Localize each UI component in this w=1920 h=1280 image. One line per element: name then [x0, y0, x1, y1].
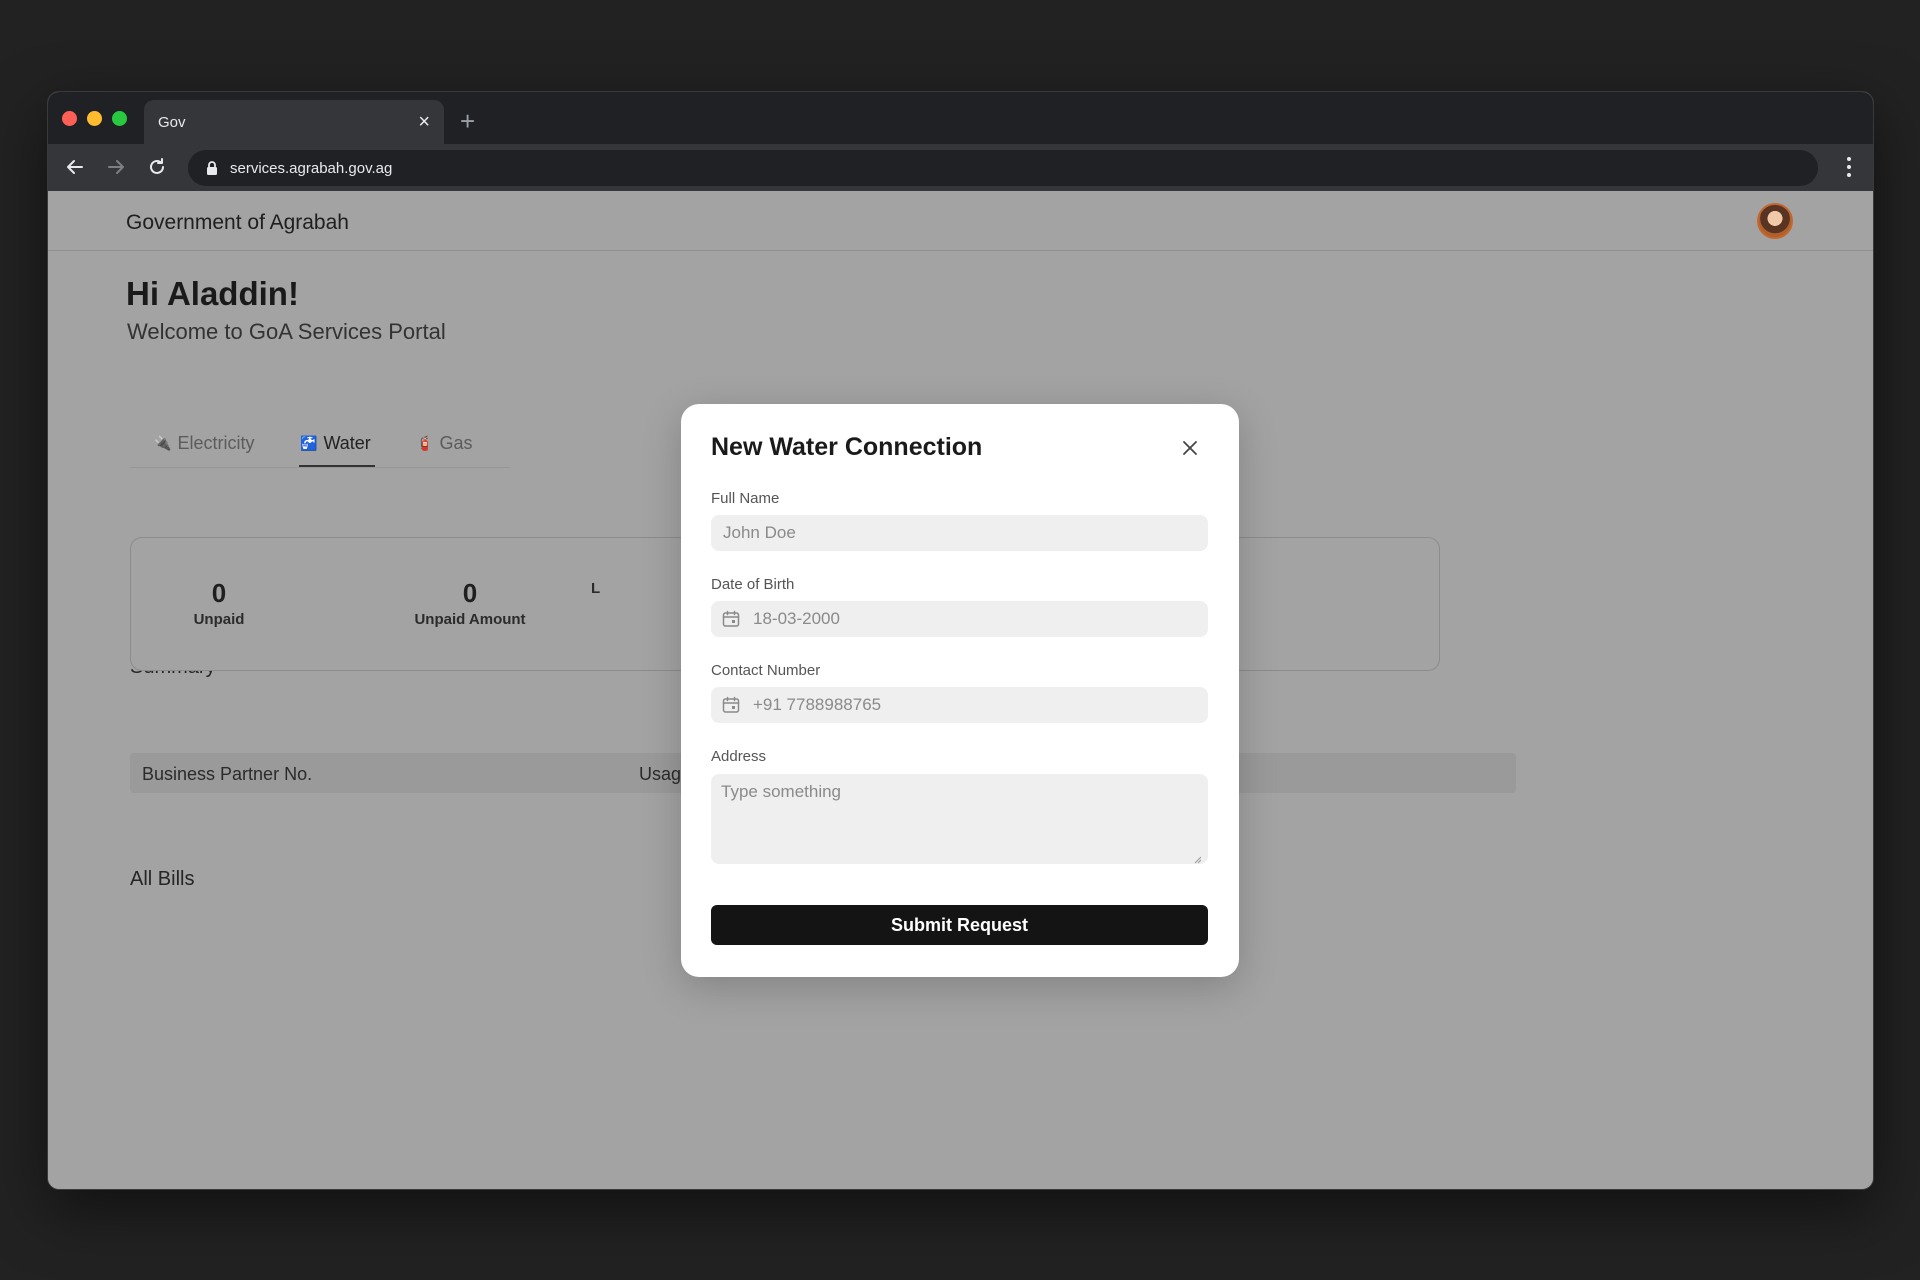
browser-tabbar: Gov × +	[48, 92, 1873, 144]
calendar-icon	[721, 695, 741, 715]
tab-label: Gas	[439, 433, 473, 453]
stat-value: 0	[462, 578, 478, 608]
reload-icon[interactable]	[144, 154, 170, 180]
site-header: Government of Agrabah	[48, 191, 1873, 251]
contact-number-field[interactable]	[711, 687, 1208, 723]
calendar-icon	[721, 609, 741, 629]
service-tabs: 🔌 Electricity 🚰 Water 🧯 Gas	[130, 427, 510, 468]
address-textarea[interactable]	[711, 774, 1208, 864]
full-name-field[interactable]	[711, 515, 1208, 551]
dob-field[interactable]	[711, 601, 1208, 637]
column-header: Business Partner No.	[142, 764, 313, 784]
tab-water[interactable]: 🚰 Water	[300, 433, 371, 454]
new-water-connection-modal: New Water Connection Full Name Date of B…	[681, 404, 1239, 977]
stat-label: Unpaid Amount	[414, 611, 526, 628]
stat-value: 0	[211, 578, 227, 608]
dob-label: Date of Birth	[711, 576, 795, 593]
column-header: Usag	[639, 764, 682, 784]
back-arrow-icon[interactable]	[62, 154, 88, 180]
close-icon[interactable]	[1180, 438, 1200, 458]
address-field[interactable]	[711, 774, 1208, 864]
browser-toolbar: services.agrabah.gov.ag	[48, 144, 1873, 191]
gas-cylinder-icon: 🧯	[416, 435, 434, 451]
address-label: Address	[711, 748, 767, 765]
modal-title: New Water Connection	[711, 433, 983, 461]
faucet-icon: 🚰	[300, 435, 318, 451]
stat-third: L	[591, 578, 631, 597]
tab-close-icon[interactable]: ×	[418, 112, 430, 132]
contact-number-input[interactable]	[751, 694, 1208, 716]
dob-input[interactable]	[751, 608, 1208, 630]
full-name-label: Full Name	[711, 490, 780, 507]
submit-request-button[interactable]: Submit Request	[711, 905, 1208, 945]
stat-label: Unpaid	[193, 611, 245, 628]
tab-gas[interactable]: 🧯 Gas	[416, 433, 472, 454]
window-controls	[62, 111, 127, 126]
browser-menu-icon[interactable]	[1843, 154, 1855, 180]
full-name-input[interactable]	[721, 522, 1208, 544]
browser-tab[interactable]: Gov ×	[144, 100, 444, 144]
stat-unpaid-amount: 0 Unpaid Amount	[360, 578, 580, 628]
resize-handle-icon[interactable]	[1194, 851, 1202, 864]
forward-arrow-icon[interactable]	[103, 154, 129, 180]
lock-icon	[206, 161, 218, 175]
url-text: services.agrabah.gov.ag	[230, 159, 393, 177]
address-bar[interactable]: services.agrabah.gov.ag	[188, 150, 1818, 186]
stat-unpaid: 0 Unpaid	[109, 578, 329, 628]
close-window-button[interactable]	[62, 111, 77, 126]
avatar[interactable]	[1757, 203, 1793, 239]
stat-label: L	[591, 580, 601, 597]
tab-label: Electricity	[177, 433, 255, 453]
browser-tab-title: Gov	[158, 113, 186, 131]
active-tab-indicator	[299, 465, 375, 467]
site-title: Government of Agrabah	[126, 211, 349, 234]
new-tab-icon[interactable]: +	[460, 108, 475, 134]
all-bills-title: All Bills	[130, 868, 195, 890]
page-title: Hi Aladdin!	[126, 275, 299, 312]
welcome-subtitle: Welcome to GoA Services Portal	[127, 319, 446, 344]
contact-number-label: Contact Number	[711, 662, 821, 679]
maximize-window-button[interactable]	[112, 111, 127, 126]
minimize-window-button[interactable]	[87, 111, 102, 126]
tab-electricity[interactable]: 🔌 Electricity	[154, 433, 254, 454]
plug-icon: 🔌	[154, 435, 172, 451]
tab-label: Water	[323, 433, 371, 453]
